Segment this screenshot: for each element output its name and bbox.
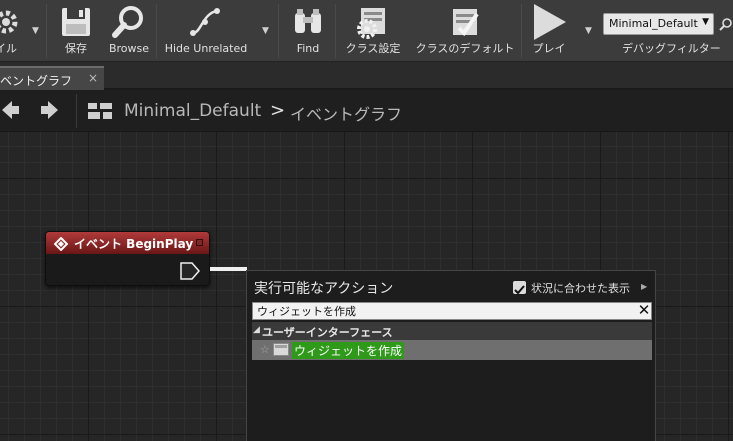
breadcrumb-divider	[76, 94, 77, 128]
save-label: 保存	[65, 42, 87, 55]
search-icon[interactable]	[719, 16, 733, 35]
play-icon	[529, 2, 569, 42]
toolbar: イル ▼ 保存 Browse Hide Unrelated ▼ Find クラス…	[0, 0, 733, 62]
event-diamond-icon	[53, 236, 69, 255]
class-settings-label: クラス設定	[345, 42, 401, 55]
class-defaults-button[interactable]: クラスのデフォルト	[414, 0, 516, 62]
document-tab-bar: ベントグラフ ×	[0, 62, 733, 90]
context-sensitive-checkbox[interactable]	[513, 281, 526, 295]
action-search-input[interactable]	[252, 302, 652, 320]
function-icon	[273, 343, 289, 356]
binoculars-icon	[288, 2, 328, 42]
compile-options-chevron-icon[interactable]: ▼	[32, 26, 39, 36]
toolbar-divider	[521, 4, 522, 58]
event-beginplay-node[interactable]: イベント BeginPlay	[45, 231, 210, 286]
chevron-down-icon: ▼	[702, 17, 709, 27]
browse-label: Browse	[108, 42, 150, 55]
toolbar-divider	[335, 4, 336, 58]
node-header: イベント BeginPlay	[46, 232, 209, 254]
find-label: Find	[296, 42, 320, 55]
browse-button[interactable]: Browse	[104, 0, 154, 62]
class-settings-button[interactable]: クラス設定	[342, 0, 404, 62]
breadcrumb: Minimal_Default > イベントグラフ	[0, 90, 733, 132]
breadcrumb-graph[interactable]: イベントグラフ	[290, 101, 402, 125]
tab-event-graph[interactable]: ベントグラフ ×	[0, 66, 104, 90]
back-arrow-icon[interactable]	[2, 100, 20, 125]
exec-wire	[210, 267, 247, 271]
blueprint-icon	[88, 103, 112, 123]
compile-button[interactable]: イル	[0, 0, 26, 62]
breadcrumb-separator: >	[270, 100, 286, 121]
clear-search-icon[interactable]: ✕	[636, 301, 652, 319]
favorite-star-icon[interactable]: ☆	[260, 343, 270, 356]
action-menu: 実行可能なアクション 状況に合わせた表示 ▶ ✕ ◢ ユーザーインターフェース …	[246, 270, 656, 441]
hide-unrelated-button[interactable]: Hide Unrelated	[164, 0, 248, 62]
tab-label: ベントグラフ	[0, 74, 73, 88]
save-button[interactable]: 保存	[56, 0, 96, 62]
play-label: プレイ	[532, 42, 566, 55]
action-item-label: ウィジェットを作成	[292, 342, 405, 359]
find-button[interactable]: Find	[288, 0, 328, 62]
action-item-create-widget[interactable]: ☆ ウィジェットを作成	[252, 340, 652, 360]
toolbar-divider	[156, 4, 157, 58]
hide-unrelated-label: Hide Unrelated	[164, 42, 248, 55]
expand-triangle-icon[interactable]: ◢	[253, 325, 260, 335]
toolbar-divider	[46, 4, 47, 58]
debug-object-select[interactable]: Minimal_Default ▼	[603, 13, 714, 35]
forward-arrow-icon[interactable]	[40, 100, 58, 125]
debug-filter-label: デバッグフィルター	[622, 42, 721, 55]
hide-unrelated-icon	[186, 2, 226, 42]
class-defaults-label: クラスのデフォルト	[415, 42, 515, 55]
toolbar-divider	[278, 4, 279, 58]
breadcrumb-level[interactable]: Minimal_Default	[124, 101, 261, 121]
class-defaults-icon	[445, 2, 485, 42]
compile-label: イル	[0, 42, 17, 55]
hide-unrelated-chevron-icon[interactable]: ▼	[262, 26, 269, 36]
category-user-interface[interactable]: ◢ ユーザーインターフェース	[252, 322, 652, 340]
save-icon	[56, 2, 96, 42]
node-status-indicator	[196, 239, 203, 246]
play-options-chevron-icon[interactable]: ▼	[585, 26, 592, 36]
category-label: ユーザーインターフェース	[262, 326, 393, 339]
play-button[interactable]: プレイ	[526, 0, 572, 62]
gear-icon	[0, 2, 26, 42]
context-sensitive-label[interactable]: 状況に合わせた表示	[531, 280, 630, 296]
node-title: イベント BeginPlay	[74, 237, 194, 251]
exec-output-pin-icon[interactable]	[180, 262, 200, 284]
debug-object-value: Minimal_Default	[609, 17, 698, 30]
action-menu-title: 実行可能なアクション	[254, 281, 394, 297]
class-settings-icon	[353, 2, 393, 42]
chevron-right-icon[interactable]: ▶	[641, 282, 647, 291]
magnifier-icon	[109, 2, 149, 42]
close-icon[interactable]: ×	[88, 71, 98, 85]
